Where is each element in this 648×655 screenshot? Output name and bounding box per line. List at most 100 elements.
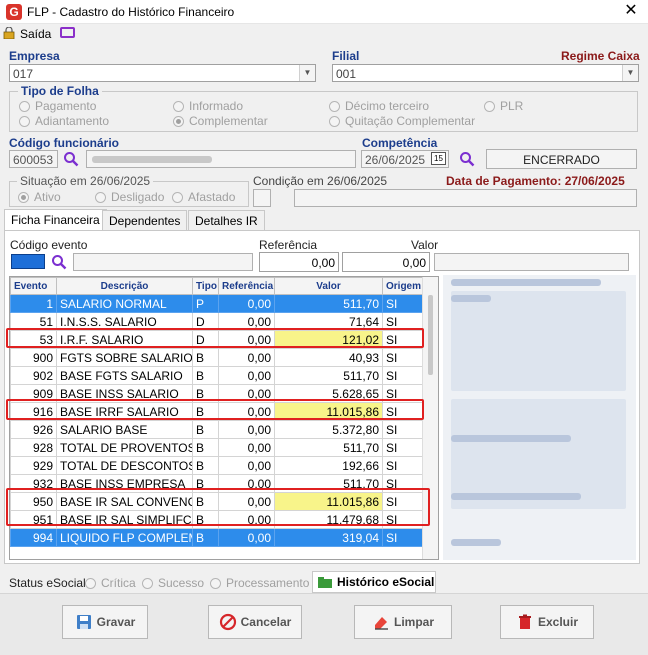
delete-button[interactable]: Excluir — [500, 605, 594, 639]
table-cell-evento[interactable]: 926 — [10, 420, 57, 439]
table-cell-tipo[interactable]: B — [192, 420, 219, 439]
table-cell-origem[interactable]: SI — [382, 420, 423, 439]
table-cell-origem[interactable]: SI — [382, 456, 423, 475]
table-row[interactable]: 994LIQUIDO FLP COMPLEM...B0,00319,04SI — [10, 528, 423, 547]
table-cell-valor[interactable]: 40,93 — [274, 348, 383, 367]
tab-ficha-financeira[interactable]: Ficha Financeira — [4, 209, 107, 231]
grid-column-header[interactable]: Descrição — [56, 277, 193, 295]
radio-complementar[interactable]: Complementar — [173, 114, 268, 128]
table-cell-descricao[interactable]: SALARIO NORMAL — [56, 294, 193, 313]
historico-esocial-button[interactable]: Histórico eSocial — [312, 571, 436, 593]
table-cell-valor[interactable]: 319,04 — [274, 528, 383, 547]
table-cell-evento[interactable]: 902 — [10, 366, 57, 385]
table-row[interactable]: 1 SALARIO NORMAL P 0,00 511,70 SI — [10, 294, 423, 313]
table-cell-evento[interactable]: 928 — [10, 438, 57, 457]
clear-button[interactable]: Limpar — [354, 605, 452, 639]
table-cell-tipo[interactable]: B — [192, 438, 219, 457]
table-cell-valor[interactable]: 511,70 — [274, 366, 383, 385]
table-cell-referencia[interactable]: 0,00 — [218, 420, 275, 439]
chevron-down-icon[interactable]: ▼ — [622, 65, 638, 81]
radio-desligado[interactable]: Desligado — [95, 190, 164, 204]
table-cell-referencia[interactable]: 0,00 — [218, 348, 275, 367]
cancel-icon — [219, 613, 236, 631]
table-cell-origem[interactable]: SI — [382, 528, 423, 547]
table-cell-referencia[interactable]: 0,00 — [218, 294, 275, 313]
table-cell-origem[interactable]: SI — [382, 366, 423, 385]
table-cell-origem[interactable]: SI — [382, 294, 423, 313]
table-cell-referencia[interactable]: 0,00 — [218, 438, 275, 457]
radio-quitacao-complementar[interactable]: Quitação Complementar — [329, 114, 475, 128]
table-cell-tipo[interactable]: P — [192, 294, 219, 313]
chevron-down-icon[interactable]: ▼ — [299, 65, 315, 81]
table-cell-origem[interactable]: SI — [382, 348, 423, 367]
radio-critica[interactable]: Crítica — [85, 576, 136, 590]
table-cell-evento[interactable]: 994 — [10, 528, 57, 547]
referencia-input[interactable]: 0,00 — [259, 252, 339, 272]
table-cell-descricao[interactable]: BASE FGTS SALARIO — [56, 366, 193, 385]
table-cell-referencia[interactable]: 0,00 — [218, 456, 275, 475]
table-cell-evento[interactable]: 900 — [10, 348, 57, 367]
table-cell-referencia[interactable]: 0,00 — [218, 528, 275, 547]
search-icon[interactable] — [459, 151, 475, 167]
table-cell-origem[interactable]: SI — [382, 438, 423, 457]
radio-pagamento[interactable]: Pagamento — [19, 99, 96, 113]
table-cell-tipo[interactable]: B — [192, 366, 219, 385]
scrollbar-thumb[interactable] — [428, 295, 433, 375]
radio-afastado[interactable]: Afastado — [172, 190, 235, 204]
save-button[interactable]: Gravar — [62, 605, 148, 639]
table-cell-descricao[interactable]: TOTAL DE DESCONTOS — [56, 456, 193, 475]
radio-sucesso[interactable]: Sucesso — [142, 576, 204, 590]
grid-column-header[interactable]: Origem — [382, 277, 423, 295]
funcionario-code-field[interactable]: 600053 — [9, 150, 58, 168]
condicao-desc-field — [294, 189, 637, 207]
radio-ativo[interactable]: Ativo — [18, 190, 61, 204]
table-row[interactable]: 926 SALARIO BASE B 0,00 5.372,80 SI — [10, 420, 423, 439]
radio-processamento[interactable]: Processamento — [210, 576, 309, 590]
calendar-icon[interactable]: 15 — [431, 152, 446, 165]
table-row[interactable]: 929 TOTAL DE DESCONTOS B 0,00 192,66 SI — [10, 456, 423, 475]
tab-detalhes-ir[interactable]: Detalhes IR — [188, 210, 265, 230]
highlight-box-irrf — [6, 399, 424, 420]
grid-column-header[interactable]: Referência — [218, 277, 275, 295]
table-cell-evento[interactable]: 929 — [10, 456, 57, 475]
radio-adiantamento[interactable]: Adiantamento — [19, 114, 109, 128]
competencia-date-field[interactable]: 26/06/2025 15 — [361, 150, 449, 168]
table-cell-tipo[interactable]: B — [192, 456, 219, 475]
grid-column-header[interactable]: Evento — [10, 277, 57, 295]
table-cell-descricao[interactable]: LIQUIDO FLP COMPLEM... — [56, 528, 193, 547]
condicao-code-field[interactable] — [253, 189, 271, 207]
grid-column-header[interactable]: Valor — [274, 277, 383, 295]
filial-select[interactable]: 001 ▼ — [332, 64, 639, 82]
monitor-icon[interactable] — [60, 27, 75, 38]
tab-dependentes[interactable]: Dependentes — [102, 210, 188, 230]
table-cell-valor[interactable]: 192,66 — [274, 456, 383, 475]
table-cell-tipo[interactable]: B — [192, 348, 219, 367]
table-row[interactable]: 902 BASE FGTS SALARIO B 0,00 511,70 SI — [10, 366, 423, 385]
radio-informado[interactable]: Informado — [173, 99, 243, 113]
radio-plr[interactable]: PLR — [484, 99, 523, 113]
close-button[interactable]: ✕ — [622, 2, 640, 20]
table-cell-valor[interactable]: 5.372,80 — [274, 420, 383, 439]
table-row[interactable]: 900 FGTS SOBRE SALARIO B 0,00 40,93 SI — [10, 348, 423, 367]
table-cell-valor[interactable]: 511,70 — [274, 294, 383, 313]
table-cell-descricao[interactable]: TOTAL DE PROVENTOS — [56, 438, 193, 457]
funcionario-label: Código funcionário — [9, 136, 119, 150]
table-cell-valor[interactable]: 511,70 — [274, 438, 383, 457]
empresa-select[interactable]: 017 ▼ — [9, 64, 316, 82]
title-bar: G FLP - Cadastro do Histórico Financeiro… — [0, 0, 648, 24]
table-row[interactable]: 928 TOTAL DE PROVENTOS B 0,00 511,70 SI — [10, 438, 423, 457]
table-cell-evento[interactable]: 1 — [10, 294, 57, 313]
search-icon[interactable] — [63, 151, 79, 167]
search-icon[interactable] — [51, 254, 67, 270]
table-cell-descricao[interactable]: FGTS SOBRE SALARIO — [56, 348, 193, 367]
table-cell-referencia[interactable]: 0,00 — [218, 366, 275, 385]
table-cell-descricao[interactable]: SALARIO BASE — [56, 420, 193, 439]
table-cell-tipo[interactable]: B — [192, 528, 219, 547]
exit-button[interactable]: Saída — [20, 27, 51, 41]
grid-column-header[interactable]: Tipo — [192, 277, 219, 295]
valor-input[interactable]: 0,00 — [342, 252, 430, 272]
evento-input[interactable] — [11, 254, 45, 269]
radio-decimo-terceiro[interactable]: Décimo terceiro — [329, 99, 429, 113]
cancel-button[interactable]: Cancelar — [208, 605, 302, 639]
lock-icon[interactable] — [3, 27, 15, 39]
